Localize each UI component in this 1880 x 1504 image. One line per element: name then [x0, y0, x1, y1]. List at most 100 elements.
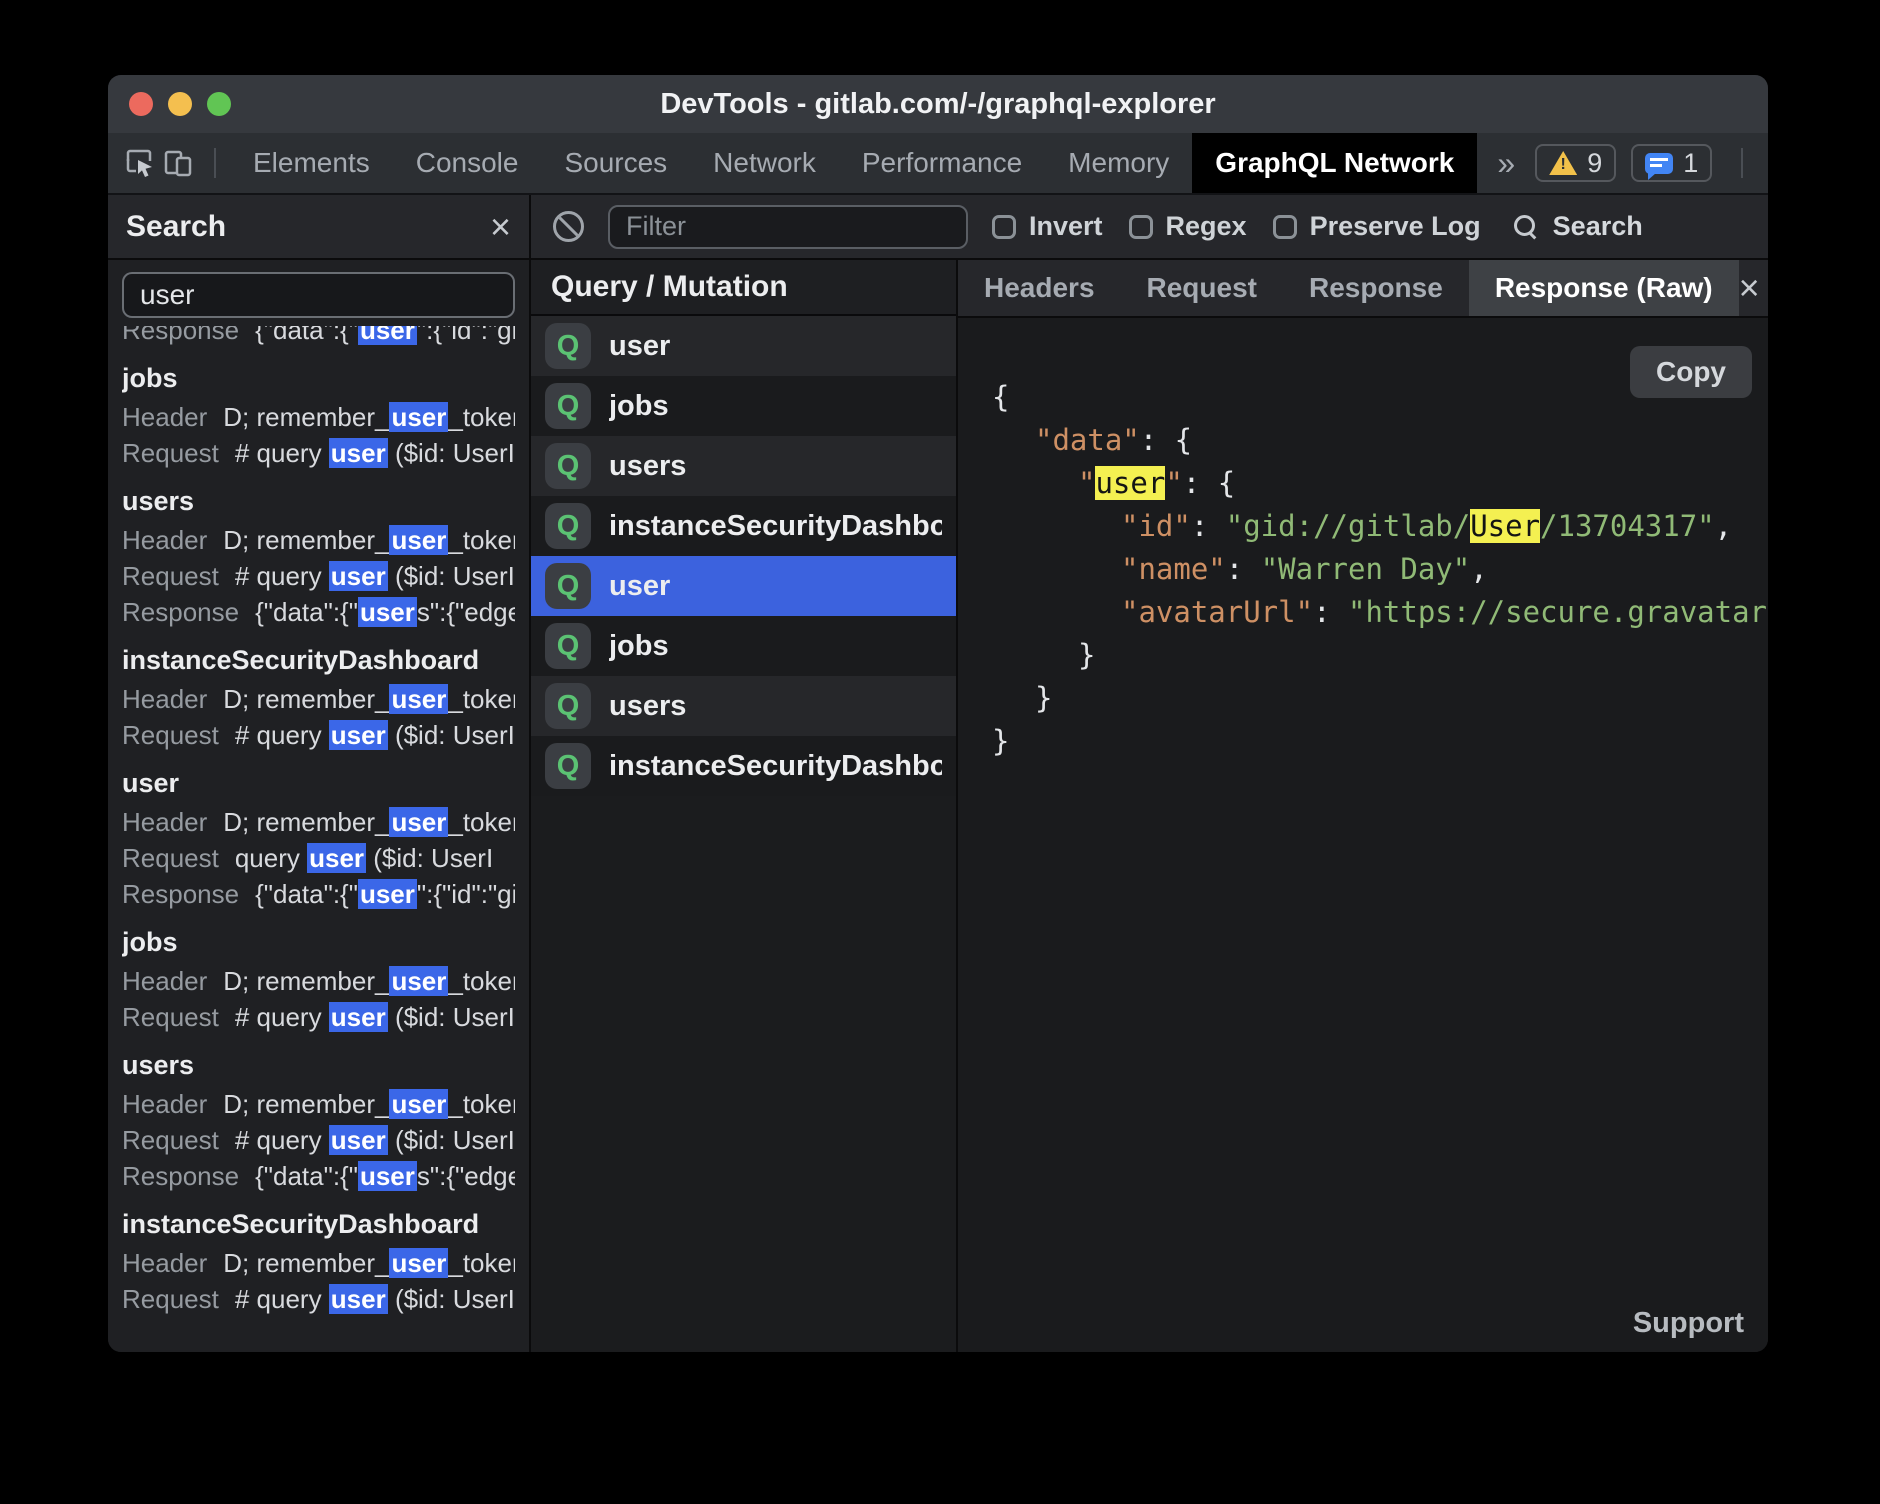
- search-result-text: # query: [235, 1002, 329, 1032]
- query-type-badge: Q: [545, 383, 591, 429]
- search-result-name[interactable]: jobs: [122, 358, 515, 399]
- response-tab-response-raw[interactable]: Response (Raw): [1469, 260, 1739, 316]
- tab-network[interactable]: Network: [690, 133, 839, 193]
- close-search-icon[interactable]: ×: [490, 209, 511, 245]
- response-tab-response[interactable]: Response: [1283, 260, 1469, 316]
- tab-console[interactable]: Console: [393, 133, 542, 193]
- search-result-line[interactable]: HeaderD; remember_user_token=e: [122, 399, 515, 435]
- search-result-line[interactable]: Response{"data":{"users":{"edges: [122, 1158, 515, 1194]
- minimize-window-button[interactable]: [168, 92, 192, 116]
- search-result-text: s":{"edges: [417, 597, 515, 627]
- clear-log-icon[interactable]: [553, 211, 584, 242]
- search-result-line-label: Header: [122, 684, 207, 714]
- search-match-highlight: user: [329, 561, 388, 591]
- copy-button[interactable]: Copy: [1630, 346, 1752, 398]
- query-list-item-label: instanceSecurityDashboard: [609, 750, 942, 783]
- json-token: "gid://gitlab/: [1226, 509, 1470, 543]
- issues-count: 1: [1683, 148, 1698, 179]
- search-result-line-label: Request: [122, 1125, 219, 1155]
- checkbox-regex[interactable]: Regex: [1129, 211, 1247, 242]
- query-list-item-jobs[interactable]: Qjobs: [531, 376, 956, 436]
- search-result-text: _token=e: [448, 1089, 515, 1119]
- tab-performance[interactable]: Performance: [839, 133, 1045, 193]
- checkbox-preserve-log[interactable]: Preserve Log: [1273, 211, 1481, 242]
- search-result-line[interactable]: Request# query user ($id: UserI: [122, 1122, 515, 1158]
- close-detail-icon[interactable]: ×: [1739, 270, 1760, 306]
- query-list-item-label: jobs: [609, 630, 669, 663]
- search-result-text: D; remember_: [223, 1089, 389, 1119]
- query-list-item-user[interactable]: Quser: [531, 556, 956, 616]
- query-list-item-instancesecuritydashboard[interactable]: QinstanceSecurityDashboard: [531, 736, 956, 796]
- inspect-element-icon[interactable]: [124, 133, 156, 193]
- checkbox-box-invert[interactable]: [992, 215, 1016, 239]
- search-result-line[interactable]: Response{"data":{"user":{"id":"gid: [122, 326, 515, 348]
- zoom-window-button[interactable]: [207, 92, 231, 116]
- json-line: }: [992, 720, 1768, 763]
- search-input[interactable]: [122, 272, 515, 318]
- search-result-line[interactable]: HeaderD; remember_user_token=e: [122, 963, 515, 999]
- filter-input[interactable]: [608, 205, 968, 249]
- search-match-highlight: user: [329, 720, 388, 750]
- json-line: }: [1035, 677, 1768, 720]
- close-window-button[interactable]: [129, 92, 153, 116]
- support-link[interactable]: Support: [1633, 1307, 1744, 1340]
- toolbar-right-cluster: ! 9 1 ⚙: [1535, 144, 1768, 182]
- search-result-line[interactable]: Requestquery user ($id: UserI: [122, 840, 515, 876]
- tab-graphql-network[interactable]: GraphQL Network: [1192, 133, 1477, 193]
- search-result-name[interactable]: users: [122, 481, 515, 522]
- search-result-line[interactable]: HeaderD; remember_user_token=e: [122, 1086, 515, 1122]
- search-match-highlight: user: [329, 1125, 388, 1155]
- checkbox-label-regex: Regex: [1166, 211, 1247, 242]
- tab-memory[interactable]: Memory: [1045, 133, 1192, 193]
- response-tab-request[interactable]: Request: [1121, 260, 1283, 316]
- device-toolbar-icon[interactable]: [162, 133, 194, 193]
- more-tabs-chevron-icon[interactable]: »: [1477, 145, 1535, 182]
- search-result-line-label: Request: [122, 1284, 219, 1314]
- search-result-text: # query: [235, 561, 329, 591]
- response-tab-headers[interactable]: Headers: [958, 260, 1121, 316]
- query-type-badge: Q: [545, 743, 591, 789]
- query-list-item-instancesecuritydashboard[interactable]: QinstanceSecurityDashboard: [531, 496, 956, 556]
- tab-sources[interactable]: Sources: [541, 133, 690, 193]
- search-result-name[interactable]: user: [122, 763, 515, 804]
- search-result-text: {"data":{": [255, 879, 358, 909]
- search-result-line[interactable]: Request# query user ($id: UserI: [122, 435, 515, 471]
- search-result-name[interactable]: instanceSecurityDashboard: [122, 640, 515, 681]
- search-result-name[interactable]: users: [122, 1045, 515, 1086]
- search-result-text: _token=e: [448, 1248, 515, 1278]
- query-list-item-user[interactable]: Quser: [531, 316, 956, 376]
- message-icon: [1645, 153, 1673, 174]
- search-result-text: _token=e: [448, 402, 515, 432]
- search-result-line[interactable]: Request# query user ($id: UserI: [122, 558, 515, 594]
- search-result-line[interactable]: Response{"data":{"users":{"edges: [122, 594, 515, 630]
- search-result-line[interactable]: HeaderD; remember_user_token=e: [122, 681, 515, 717]
- checkbox-box-regex[interactable]: [1129, 215, 1153, 239]
- tab-elements[interactable]: Elements: [230, 133, 393, 193]
- search-result-line[interactable]: Request# query user ($id: UserI: [122, 999, 515, 1035]
- query-type-badge: Q: [545, 563, 591, 609]
- warning-icon: !: [1549, 151, 1577, 175]
- search-result-line-label: Response: [122, 879, 239, 909]
- json-line: }: [1078, 634, 1768, 677]
- search-result-line-label: Response: [122, 597, 239, 627]
- search-result-line[interactable]: HeaderD; remember_user_token=e: [122, 1245, 515, 1281]
- warnings-badge[interactable]: ! 9: [1535, 144, 1616, 182]
- query-list-item-label: users: [609, 690, 686, 723]
- search-result-line[interactable]: HeaderD; remember_user_token=e: [122, 522, 515, 558]
- search-result-name[interactable]: instanceSecurityDashboard: [122, 1204, 515, 1245]
- search-result-name[interactable]: jobs: [122, 922, 515, 963]
- query-list-item-users[interactable]: Qusers: [531, 676, 956, 736]
- search-result-line-label: Request: [122, 1002, 219, 1032]
- search-result-line[interactable]: Response{"data":{"user":{"id":"gid: [122, 876, 515, 912]
- search-result-line[interactable]: Request# query user ($id: UserI: [122, 1281, 515, 1317]
- search-result-line[interactable]: Request# query user ($id: UserI: [122, 717, 515, 753]
- query-type-badge: Q: [545, 443, 591, 489]
- search-panel: Response{"data":{"user":{"id":"gidjobsHe…: [108, 260, 531, 1352]
- checkbox-box-preserve-log[interactable]: [1273, 215, 1297, 239]
- toolbar-search-button[interactable]: Search: [1513, 211, 1643, 242]
- query-list-item-jobs[interactable]: Qjobs: [531, 616, 956, 676]
- query-list-item-users[interactable]: Qusers: [531, 436, 956, 496]
- checkbox-invert[interactable]: Invert: [992, 211, 1103, 242]
- issues-badge[interactable]: 1: [1631, 144, 1712, 182]
- search-result-line[interactable]: HeaderD; remember_user_token=e: [122, 804, 515, 840]
